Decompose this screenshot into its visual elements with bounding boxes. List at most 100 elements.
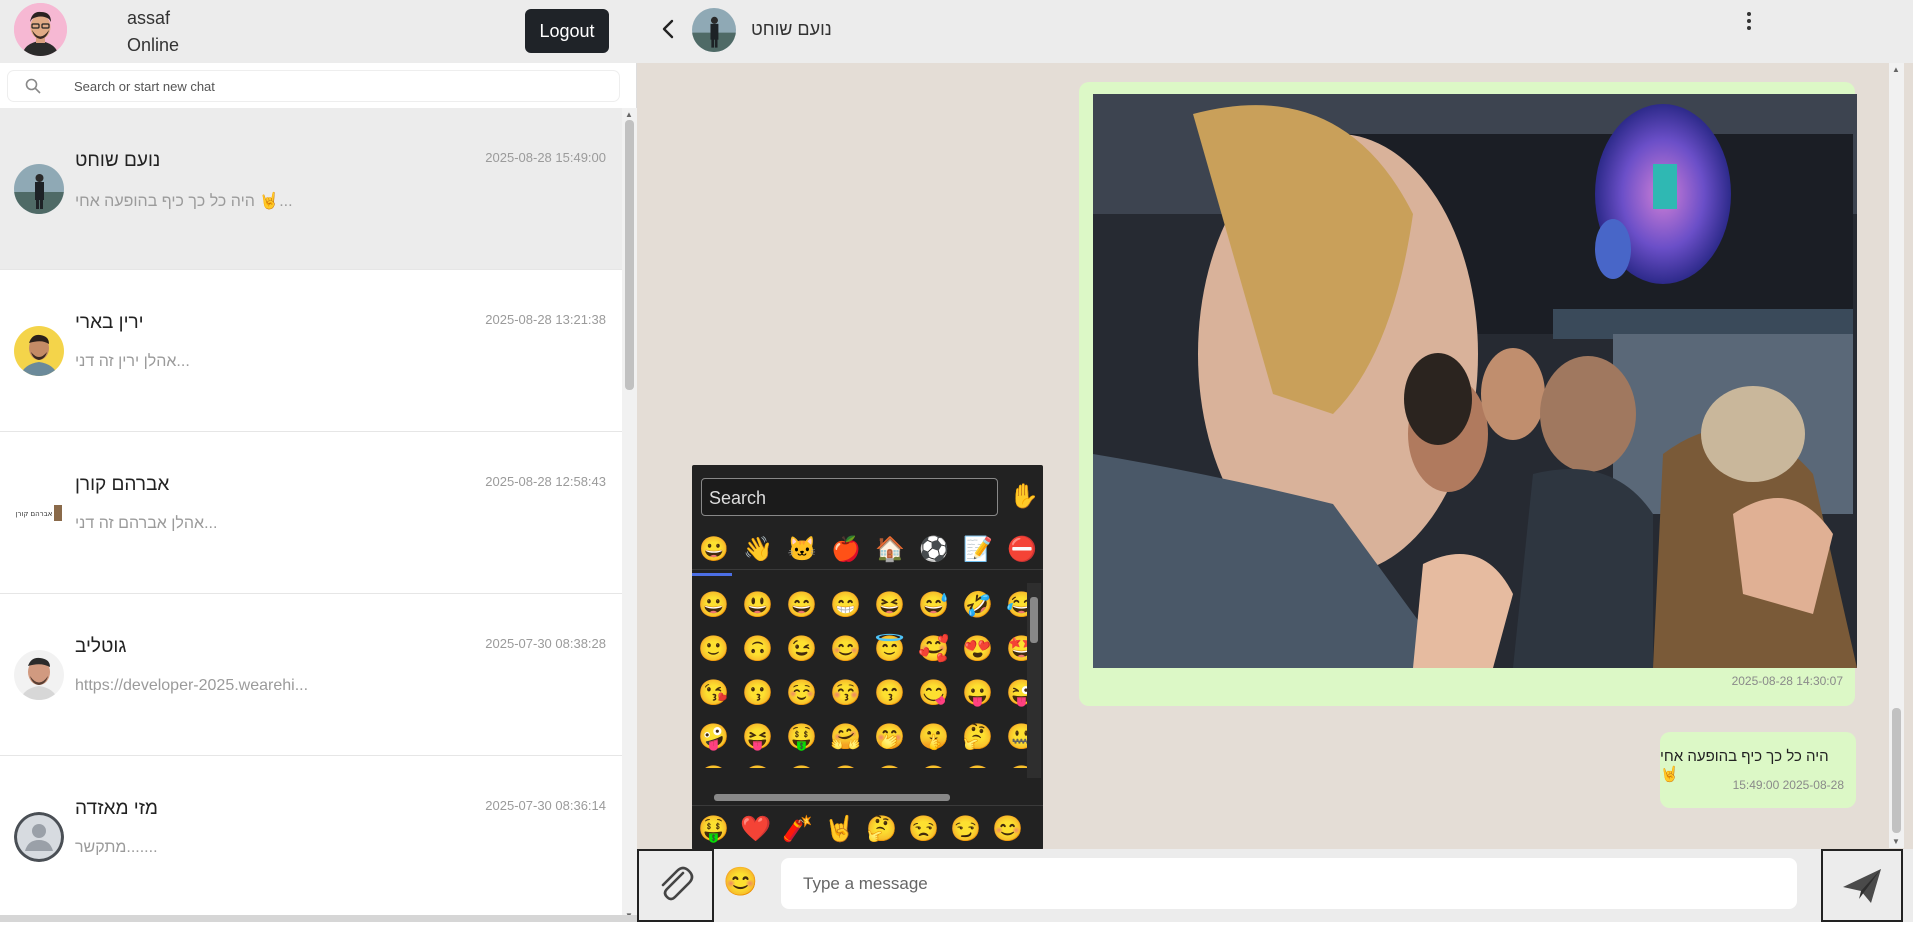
emoji-item[interactable]: 😬 [1002,759,1027,768]
emoji-item[interactable]: 🙂 [694,629,734,669]
emoji-item[interactable]: 😁 [826,585,866,625]
emoji-item[interactable]: 😝 [738,717,778,757]
conversation-pane: נועם שוחט 2025-08-28 14:30:07 היה כל כך … [637,0,1913,922]
emoji-item[interactable]: 🤫 [914,717,954,757]
emoji-item[interactable]: 😆 [870,585,910,625]
conversation-scrollbar[interactable]: ▲ ▼ [1889,63,1904,848]
chat-preview: https://developer-2025.wearehi... [75,677,309,694]
emoji-item[interactable]: 🤪 [694,717,734,757]
emoji-item[interactable]: 🙄 [958,759,998,768]
chat-preview: אהלן אברהם זה דני... [75,515,218,532]
emoji-item[interactable]: 😗 [738,673,778,713]
recent-emoji[interactable]: 😏 [946,811,986,847]
scroll-thumb[interactable] [1892,708,1901,833]
emoji-item[interactable]: 😘 [694,673,734,713]
recent-emoji[interactable]: 🤘 [820,811,860,847]
recent-emoji[interactable]: 🤔 [862,811,902,847]
recent-emoji[interactable]: ❤️ [736,811,776,847]
emoji-item[interactable]: 🤨 [694,759,734,768]
emoji-item[interactable]: 😐 [738,759,778,768]
scroll-thumb[interactable] [714,794,950,801]
emoji-item[interactable]: 😶 [826,759,866,768]
emoji-item[interactable]: 😏 [870,759,910,768]
emoji-item[interactable]: 😀 [694,585,734,625]
emoji-item[interactable]: 😛 [958,673,998,713]
profile-header: assaf Online Logout [0,0,637,63]
emoji-item[interactable]: 🤔 [958,717,998,757]
more-options-icon[interactable] [1740,10,1758,34]
chat-preview: אהלן ירין זה דני... [75,353,190,370]
chat-list: נועם שוחט היה כל כך כיף בהופעה אחי 🤘... … [0,108,622,922]
category-objects-tab[interactable]: 📝 [958,533,998,567]
recent-emoji[interactable]: 😒 [904,811,944,847]
emoji-item[interactable]: 🤗 [826,717,866,757]
chat-item[interactable]: ירין בארי אהלן ירין זה דני... 2025-08-28… [0,270,622,432]
concert-photo[interactable] [1093,94,1857,668]
emoji-item[interactable]: 😙 [870,673,910,713]
category-places-tab[interactable]: 🏠 [870,533,910,567]
scroll-up-icon[interactable]: ▲ [1892,65,1900,74]
emoji-item[interactable]: 🤑 [782,717,822,757]
emoji-button[interactable]: 😊 [723,865,758,898]
recent-emoji[interactable]: 🧨 [778,811,818,847]
chat-name: מזי מאזדה [75,798,158,819]
scroll-thumb[interactable] [1030,597,1038,643]
emoji-item[interactable]: ☺️ [782,673,822,713]
emoji-category-bar: 😀 👋 🐱 🍎 🏠 ⚽ 📝 ⛔ [692,530,1043,570]
emoji-item[interactable]: 😄 [782,585,822,625]
recent-emoji[interactable]: 🤑 [694,811,734,847]
category-people-tab[interactable]: 👋 [738,533,778,567]
emoji-item[interactable]: 😑 [782,759,822,768]
scroll-down-icon[interactable]: ▼ [1892,837,1900,846]
emoji-item[interactable]: 😍 [958,629,998,669]
contact-name: נועם שוחט [751,19,832,39]
send-button[interactable] [1821,849,1903,922]
emoji-grid-scrollbar[interactable] [1027,583,1041,778]
skin-tone-button[interactable]: ✋ [1009,482,1039,511]
contact-avatar [14,164,64,214]
category-animals-tab[interactable]: 🐱 [782,533,822,567]
send-icon [1843,869,1881,903]
contact-avatar[interactable] [692,8,736,52]
emoji-search-input[interactable]: Search [701,478,998,516]
chat-sidebar: assaf Online Logout Search or start new … [0,0,637,922]
horizontal-scrollbar[interactable] [0,915,637,922]
emoji-item[interactable]: 😊 [826,629,866,669]
chat-item[interactable]: מזי מאזדה מתקשר....... 2025-07-30 08:36:… [0,756,622,918]
back-arrow-icon[interactable] [655,15,683,43]
emoji-item[interactable]: 😅 [914,585,954,625]
chat-item[interactable]: נועם שוחט היה כל כך כיף בהופעה אחי 🤘... … [0,108,622,270]
emoji-item[interactable]: 😋 [914,673,954,713]
category-symbols-tab[interactable]: ⛔ [1002,533,1042,567]
chat-name: ירין בארי [75,312,144,333]
logout-button[interactable]: Logout [525,9,609,53]
scroll-up-icon[interactable]: ▲ [625,110,633,119]
emoji-item[interactable]: 😉 [782,629,822,669]
category-smileys-tab[interactable]: 😀 [694,533,734,567]
emoji-item[interactable]: 😜 [1002,673,1027,713]
emoji-item[interactable]: 😚 [826,673,866,713]
category-food-tab[interactable]: 🍎 [826,533,866,567]
emoji-item[interactable]: 🙃 [738,629,778,669]
my-avatar[interactable] [14,3,67,56]
emoji-item[interactable]: 🥰 [914,629,954,669]
chat-item[interactable]: גוטליב https://developer-2025.wearehi...… [0,594,622,756]
image-message: 2025-08-28 14:30:07 [1079,82,1857,706]
emoji-item[interactable]: 😒 [914,759,954,768]
emoji-grid-hscrollbar[interactable] [702,791,1022,803]
emoji-item[interactable]: 🤭 [870,717,910,757]
search-input[interactable]: Search or start new chat [8,71,619,101]
emoji-item[interactable]: 🤐 [1002,717,1027,757]
emoji-item[interactable]: 😃 [738,585,778,625]
emoji-item[interactable]: 😇 [870,629,910,669]
attach-button[interactable] [637,849,714,922]
message-input[interactable]: Type a message [781,858,1797,909]
emoji-item[interactable]: 😂 [1002,585,1027,625]
chat-item[interactable]: אברהם קורן אברהם קורן אהלן אברהם זה דני.… [0,432,622,594]
emoji-item[interactable]: 🤩 [1002,629,1027,669]
scroll-thumb[interactable] [625,120,634,390]
category-activities-tab[interactable]: ⚽ [914,533,954,567]
recent-emoji[interactable]: 😊 [988,811,1028,847]
chat-list-scrollbar[interactable]: ▲ ▼ [622,108,637,922]
emoji-item[interactable]: 🤣 [958,585,998,625]
